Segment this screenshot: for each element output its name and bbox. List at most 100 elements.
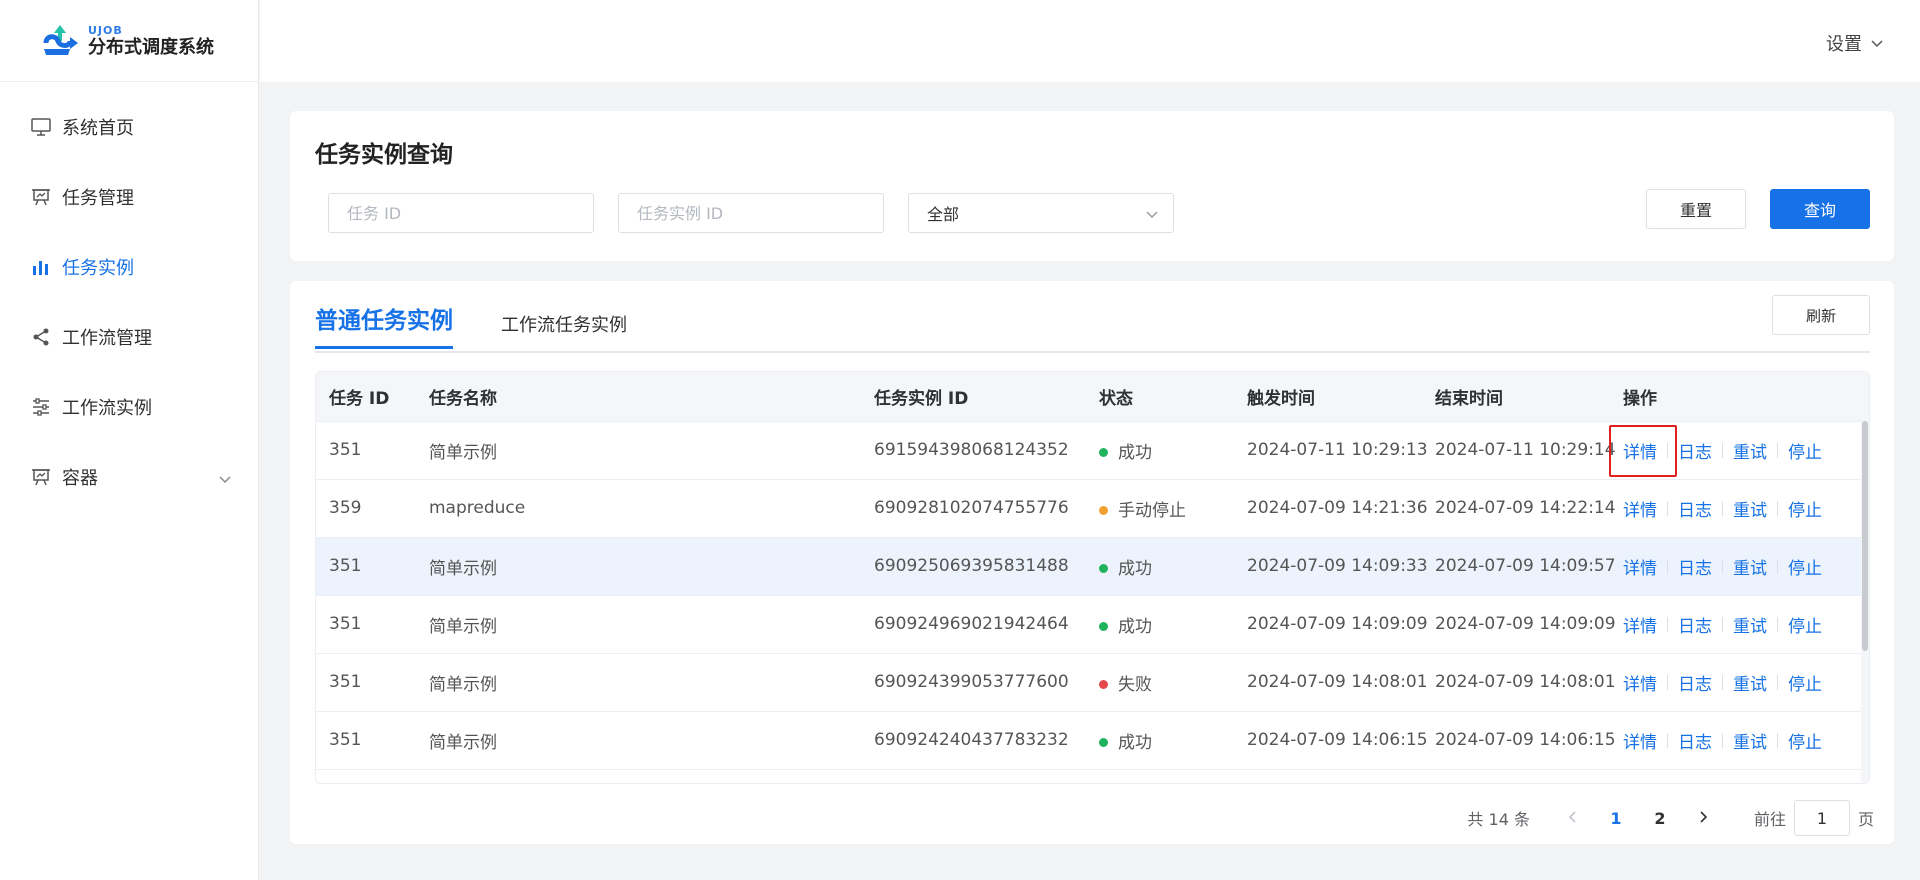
divider (1777, 616, 1778, 632)
table-row[interactable]: 359 mapreduce 690928102074755776 手动停止 2024-0… (316, 479, 1869, 538)
logo-title: 分布式调度系统 (88, 36, 214, 58)
end-time-cell: 2024-07-09 14:08:01 (1422, 653, 1616, 712)
status-cell: 成功 (1086, 421, 1234, 480)
trigger-time-cell: 2024-07-09 14:06:15 (1234, 711, 1428, 770)
divider (1722, 616, 1723, 632)
table-row[interactable]: 351 简单示例 690924969021942464 成功 2024-07-09 14… (316, 595, 1869, 654)
instance-table: 任务 ID 任务名称 任务实例 ID 状态 触发时间 结束时间 操作 351 简单… (315, 371, 1870, 784)
query-title: 任务实例查询 (315, 142, 453, 168)
refresh-button[interactable]: 刷新 (1772, 295, 1870, 335)
end-time-cell: 2024-07-09 14:09:09 (1422, 595, 1616, 654)
retry-link[interactable]: 重试 (1733, 443, 1767, 463)
operations-cell: 详情 日志 重试 停止 (1610, 653, 1869, 712)
status-select[interactable]: 全部 (908, 193, 1174, 233)
stop-link[interactable]: 停止 (1788, 617, 1822, 637)
divider (1667, 674, 1668, 690)
job-id-input[interactable] (328, 193, 594, 233)
status-dot-icon (1099, 738, 1108, 747)
search-button[interactable]: 查询 (1770, 189, 1870, 229)
divider (1722, 674, 1723, 690)
status-cell: 手动停止 (1086, 479, 1234, 538)
settings-dropdown[interactable]: 设置 (1826, 30, 1884, 56)
page-jump: 前往 页 (1754, 800, 1874, 836)
retry-link[interactable]: 重试 (1733, 733, 1767, 753)
retry-link[interactable]: 重试 (1733, 675, 1767, 695)
presentation-icon (30, 186, 52, 208)
detail-link[interactable]: 详情 (1623, 443, 1657, 463)
status-text: 成功 (1118, 442, 1152, 463)
instance-id-cell: 690924399053777600 (861, 653, 1086, 712)
bar-chart-icon (30, 256, 52, 278)
log-link[interactable]: 日志 (1678, 501, 1712, 521)
status-text: 成功 (1118, 558, 1152, 579)
status-dot-icon (1099, 564, 1108, 573)
sidebar-item-home[interactable]: 系统首页 (0, 92, 258, 162)
detail-link[interactable]: 详情 (1623, 733, 1657, 753)
sidebar-item-workflows[interactable]: 工作流管理 (0, 302, 258, 372)
end-time-cell: 2024-07-09 14:22:14 (1422, 479, 1616, 538)
retry-link[interactable]: 重试 (1733, 559, 1767, 579)
detail-link[interactable]: 详情 (1623, 617, 1657, 637)
detail-link[interactable]: 详情 (1623, 675, 1657, 695)
sidebar-nav: 系统首页 任务管理 任务实例 工作流管理 工作流实例 容器 (0, 82, 258, 512)
page-1-button[interactable]: 1 (1594, 809, 1638, 828)
reset-button[interactable]: 重置 (1646, 189, 1746, 229)
status-dot-icon (1099, 448, 1108, 457)
job-name-cell: 简单示例 (416, 595, 861, 654)
page-jump-suffix: 页 (1857, 810, 1874, 829)
app-logo[interactable]: UJOB 分布式调度系统 (0, 0, 258, 82)
status-text: 手动停止 (1118, 500, 1186, 521)
instance-id-input[interactable] (618, 193, 884, 233)
stop-link[interactable]: 停止 (1788, 559, 1822, 579)
stop-link[interactable]: 停止 (1788, 501, 1822, 521)
top-bar: 设置 (260, 0, 1920, 82)
divider (1722, 442, 1723, 458)
next-page-button[interactable] (1682, 809, 1726, 828)
chevron-down-icon (1871, 40, 1883, 48)
sidebar-item-jobs[interactable]: 任务管理 (0, 162, 258, 232)
operations-cell: 详情 日志 重试 停止 (1610, 479, 1869, 538)
trigger-time-cell: 2024-07-09 14:09:33 (1234, 537, 1428, 596)
log-link[interactable]: 日志 (1678, 443, 1712, 463)
trigger-time-cell: 2024-07-11 10:29:13 (1234, 421, 1428, 480)
tab-workflow-instances[interactable]: 工作流任务实例 (501, 311, 627, 359)
stop-link[interactable]: 停止 (1788, 733, 1822, 753)
stop-link[interactable]: 停止 (1788, 675, 1822, 695)
detail-link[interactable]: 详情 (1623, 559, 1657, 579)
retry-link[interactable]: 重试 (1733, 617, 1767, 637)
instance-tabs: 普通任务实例 工作流任务实例 (315, 303, 1870, 353)
divider (1722, 732, 1723, 748)
sidebar-item-workflow-instances[interactable]: 工作流实例 (0, 372, 258, 442)
instance-id-cell: 690924240437783232 (861, 711, 1086, 770)
table-row[interactable]: 351 简单示例 690925069395831488 成功 2024-07-09 14… (316, 537, 1869, 596)
stop-link[interactable]: 停止 (1788, 443, 1822, 463)
page-jump-input[interactable] (1793, 800, 1850, 836)
page-jump-prefix: 前往 (1753, 810, 1786, 829)
operations-cell: 详情 日志 重试 停止 (1610, 537, 1869, 596)
log-link[interactable]: 日志 (1678, 559, 1712, 579)
scrollbar-thumb[interactable] (1862, 421, 1868, 651)
instance-id-cell: 690928102074755776 (861, 479, 1086, 538)
logo-small-text: UJOB (88, 23, 123, 37)
table-row[interactable]: 351 简单示例 691594398068124352 成功 2024-07-11 10… (316, 421, 1869, 480)
sidebar: UJOB 分布式调度系统 系统首页 任务管理 任务实例 工作流管理 工作流实例 … (0, 0, 259, 880)
detail-link[interactable]: 详情 (1623, 501, 1657, 521)
logo-icon (40, 19, 84, 63)
job-name-cell: 简单示例 (416, 537, 861, 596)
retry-link[interactable]: 重试 (1733, 501, 1767, 521)
table-scrollbar[interactable] (1861, 421, 1869, 783)
sidebar-item-containers[interactable]: 容器 (0, 442, 258, 512)
table-row[interactable]: 351 简单示例 690924240437783232 成功 2024-07-09 14… (316, 711, 1869, 770)
table-row[interactable]: 351 简单示例 690924399053777600 失败 2024-07-09 14… (316, 653, 1869, 712)
prev-page-button[interactable] (1550, 809, 1594, 828)
job-id-cell: 359 (316, 479, 416, 538)
column-header: 任务 ID (316, 372, 416, 422)
page-2-button[interactable]: 2 (1638, 809, 1682, 828)
column-header: 状态 (1086, 372, 1234, 422)
log-link[interactable]: 日志 (1678, 733, 1712, 753)
divider (1667, 558, 1668, 574)
log-link[interactable]: 日志 (1678, 617, 1712, 637)
log-link[interactable]: 日志 (1678, 675, 1712, 695)
sidebar-item-instances[interactable]: 任务实例 (0, 232, 258, 302)
tab-normal-instances[interactable]: 普通任务实例 (315, 301, 453, 349)
